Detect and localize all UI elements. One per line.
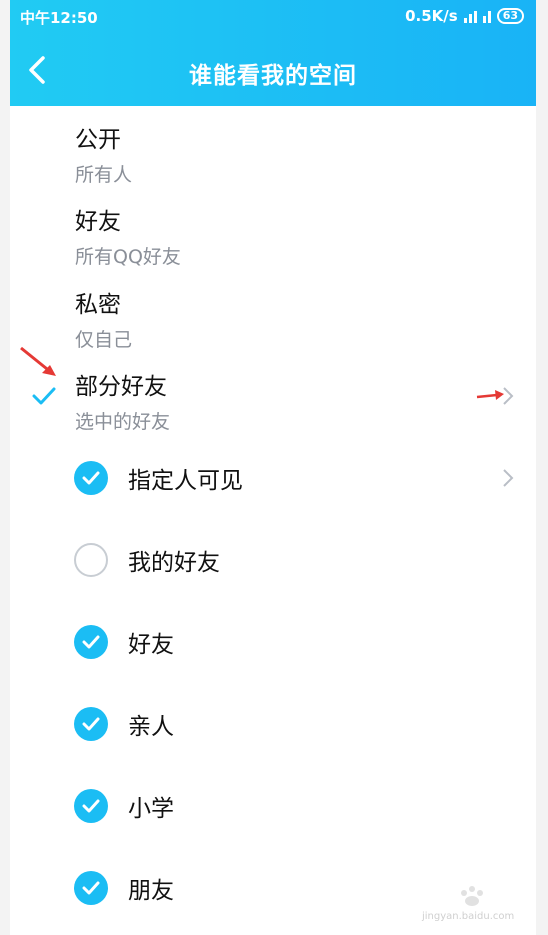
signal-icon [463, 9, 477, 23]
group-label: 好友 [128, 632, 174, 658]
option-sub: 所有人 [75, 164, 133, 186]
header-bar: 中午12:50 0.5K/s 63 谁能看我的空间 [10, 0, 536, 106]
unchecked-circle-icon[interactable] [74, 543, 108, 577]
group-label: 亲人 [128, 714, 174, 740]
left-edge [0, 0, 10, 935]
right-edge [536, 0, 548, 935]
page-title: 谁能看我的空间 [189, 63, 357, 89]
option-private[interactable]: 私密 仅自己 [75, 285, 132, 352]
option-public[interactable]: 公开 所有人 [75, 120, 132, 187]
group-label: 小学 [128, 796, 174, 822]
checked-circle-icon[interactable] [74, 789, 108, 823]
annotation-arrow-icon-2 [476, 390, 504, 400]
group-item[interactable]: 朋友 [74, 868, 174, 908]
option-sub: 仅自己 [75, 329, 133, 351]
status-right: 0.5K/s 63 [405, 7, 524, 25]
option-label: 好友 [75, 209, 121, 235]
option-sub: 选中的好友 [75, 411, 171, 433]
status-time: 中午12:50 [20, 9, 98, 27]
option-friends[interactable]: 好友 所有QQ好友 [75, 202, 181, 269]
option-sub: 所有QQ好友 [75, 246, 181, 268]
group-item[interactable]: 亲人 [74, 704, 174, 744]
group-label: 指定人可见 [128, 468, 243, 494]
checked-circle-icon[interactable] [74, 707, 108, 741]
network-speed: 0.5K/s [405, 7, 458, 25]
chevron-right-icon[interactable] [502, 468, 514, 488]
annotation-arrow-icon [20, 346, 56, 376]
option-label: 公开 [75, 127, 121, 153]
option-label: 部分好友 [75, 374, 167, 400]
checked-circle-icon[interactable] [74, 625, 108, 659]
baidu-watermark-logo: jingyan.baidu.com [421, 886, 514, 922]
selected-check-icon [32, 387, 56, 405]
group-item[interactable]: 好友 [74, 622, 174, 662]
app-frame: 中午12:50 0.5K/s 63 谁能看我的空间 公开 所有人 好友 所有QQ… [10, 0, 536, 935]
battery-icon: 63 [496, 8, 524, 24]
group-item[interactable]: 我的好友 [74, 540, 220, 580]
checked-circle-icon[interactable] [74, 461, 108, 495]
signal-icon-2 [482, 9, 491, 23]
group-item[interactable]: 小学 [74, 786, 174, 826]
group-label: 我的好友 [128, 550, 220, 576]
option-label: 私密 [75, 292, 121, 318]
group-label: 朋友 [128, 878, 174, 904]
group-item[interactable]: 指定人可见 [74, 458, 243, 498]
status-bar: 中午12:50 0.5K/s 63 [10, 0, 536, 32]
option-partial-friends[interactable]: 部分好友 选中的好友 [75, 367, 170, 434]
checked-circle-icon[interactable] [74, 871, 108, 905]
watermark-text: jingyan.baidu.com [421, 911, 514, 922]
